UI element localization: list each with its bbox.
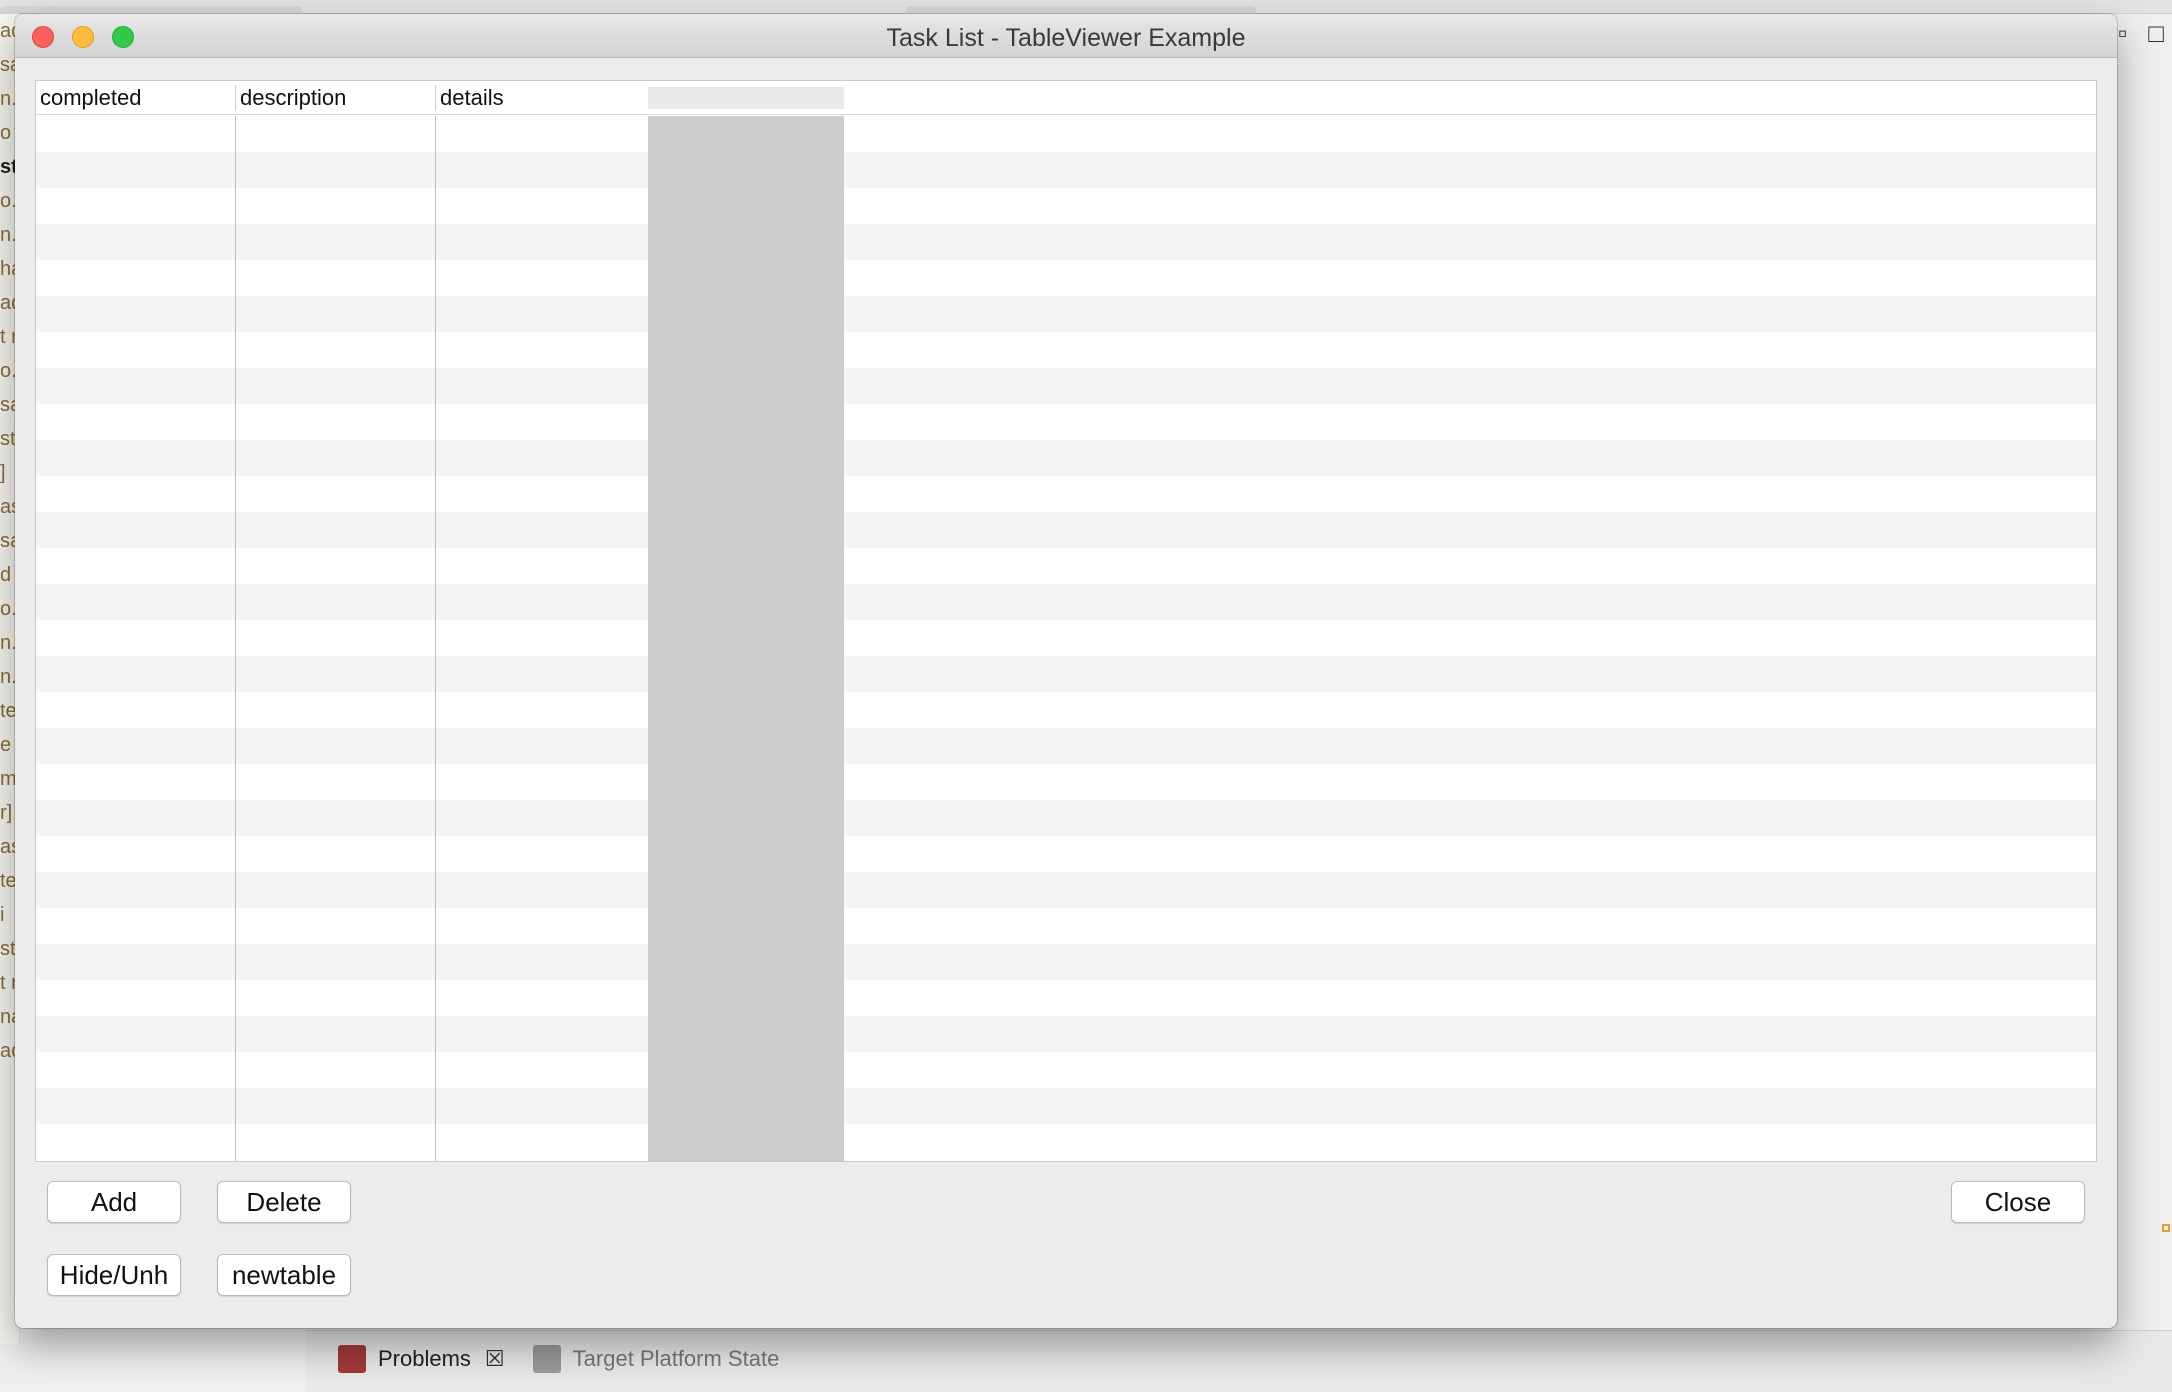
title-bar[interactable]: Task List - TableViewer Example	[15, 14, 2117, 58]
selected-column[interactable]	[648, 116, 844, 1161]
table-row[interactable]	[36, 188, 2096, 224]
table-row[interactable]	[36, 548, 2096, 584]
table-row[interactable]	[36, 620, 2096, 656]
column-header-details[interactable]: details	[436, 81, 636, 115]
window-title: Task List - TableViewer Example	[886, 24, 1246, 52]
delete-button[interactable]: Delete	[217, 1181, 351, 1223]
column-header-completed[interactable]: completed	[36, 81, 235, 115]
task-list-dialog: Task List - TableViewer Example complete…	[15, 14, 2117, 1328]
target-platform-icon	[532, 1345, 561, 1373]
table-row[interactable]	[36, 764, 2096, 800]
table-row[interactable]	[36, 224, 2096, 260]
tab-target-platform-label: Target Platform State	[572, 1346, 780, 1371]
table-row[interactable]	[36, 260, 2096, 296]
table-row[interactable]	[36, 656, 2096, 692]
table-row[interactable]	[36, 296, 2096, 332]
table-row[interactable]	[36, 332, 2096, 368]
hide-unhide-button[interactable]: Hide/Unh	[47, 1254, 181, 1296]
tab-problems[interactable]: Problems ☒	[324, 1335, 519, 1383]
table-row[interactable]	[36, 584, 2096, 620]
task-table[interactable]: completed description details	[35, 80, 2097, 1162]
table-row[interactable]	[36, 836, 2096, 872]
ide-top-bar	[0, 0, 2172, 16]
table-row[interactable]	[36, 944, 2096, 980]
column-header-empty[interactable]	[648, 87, 844, 109]
column-divider	[435, 116, 436, 1161]
table-row[interactable]	[36, 1016, 2096, 1052]
bottom-panel: Problems ☒ Target Platform State	[306, 1330, 2172, 1392]
table-row[interactable]	[36, 800, 2096, 836]
newtable-button[interactable]: newtable	[217, 1254, 351, 1296]
problems-icon	[338, 1345, 366, 1373]
column-header-description[interactable]: description	[236, 81, 435, 115]
maximize-view-icon[interactable]: □	[2148, 18, 2164, 48]
table-row[interactable]	[36, 440, 2096, 476]
table-row[interactable]	[36, 1052, 2096, 1088]
table-row[interactable]	[36, 116, 2096, 152]
table-row[interactable]	[36, 476, 2096, 512]
table-row[interactable]	[36, 908, 2096, 944]
table-row[interactable]	[36, 512, 2096, 548]
table-row[interactable]	[36, 872, 2096, 908]
tab-target-platform-state[interactable]: Target Platform State	[519, 1335, 794, 1383]
column-divider	[235, 116, 236, 1161]
table-row[interactable]	[36, 1088, 2096, 1124]
table-row[interactable]	[36, 368, 2096, 404]
table-row[interactable]	[36, 728, 2096, 764]
table-body	[36, 116, 2096, 1160]
tab-problems-label: Problems	[378, 1346, 471, 1371]
table-row[interactable]	[36, 980, 2096, 1016]
table-row[interactable]	[36, 152, 2096, 188]
close-icon[interactable]: ☒	[485, 1346, 505, 1372]
table-row[interactable]	[36, 1124, 2096, 1160]
table-header: completed description details	[36, 81, 2096, 115]
overview-ruler-marker	[2162, 1224, 2170, 1232]
bottom-panel-tabs: Problems ☒ Target Platform State	[324, 1335, 793, 1383]
table-row[interactable]	[36, 404, 2096, 440]
close-button[interactable]: Close	[1951, 1181, 2085, 1223]
table-row[interactable]	[36, 692, 2096, 728]
add-button[interactable]: Add	[47, 1181, 181, 1223]
restore-icon[interactable]: ▫	[2118, 18, 2127, 48]
